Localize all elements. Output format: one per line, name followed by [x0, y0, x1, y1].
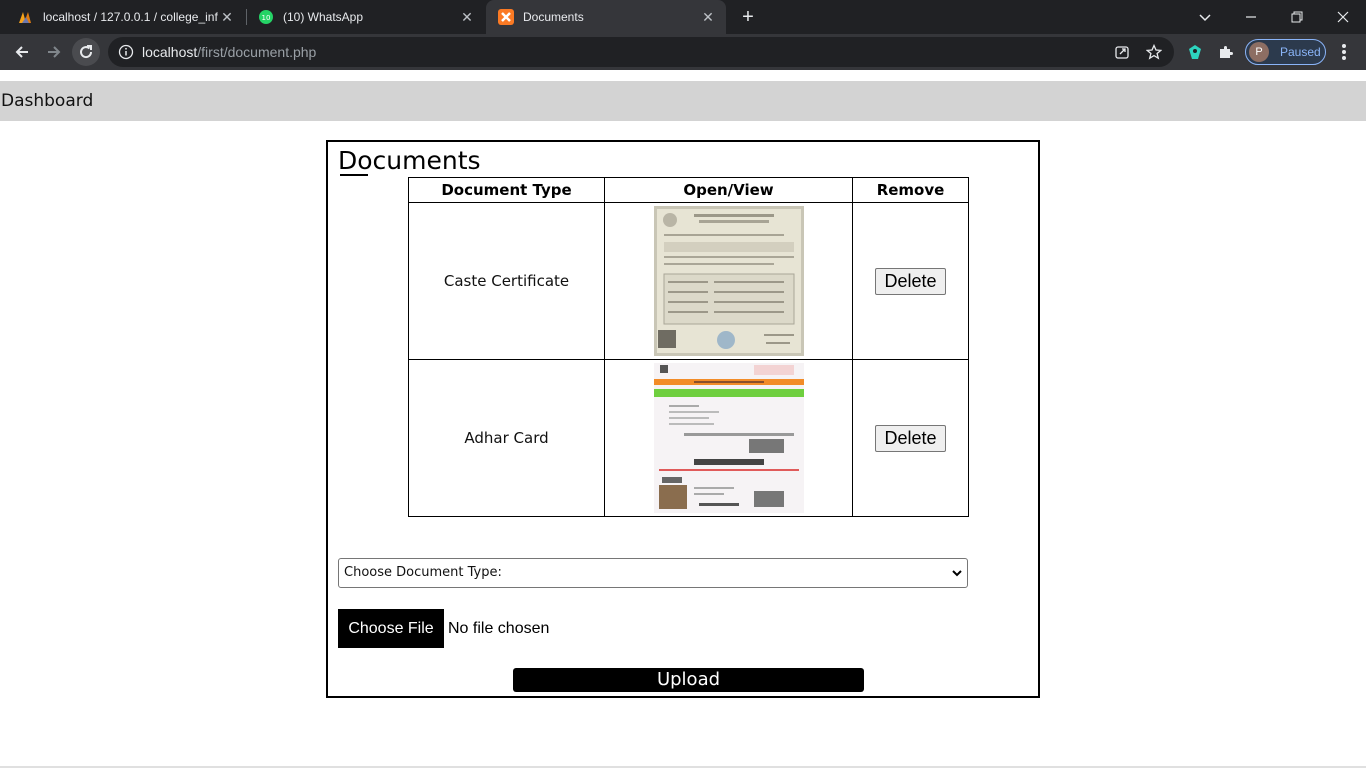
document-type-select[interactable]: Choose Document Type:: [338, 558, 968, 588]
svg-text:10: 10: [262, 14, 271, 22]
forward-icon[interactable]: [40, 38, 68, 66]
documents-card: Documents Document Type Open/View Remove…: [326, 140, 1040, 698]
open-view-cell: [604, 202, 853, 360]
avatar: P: [1249, 42, 1269, 62]
share-icon[interactable]: [1114, 44, 1130, 60]
file-status-text: No file chosen: [448, 620, 550, 637]
bookmark-star-icon[interactable]: [1146, 44, 1162, 60]
tab-title: Documents: [523, 10, 584, 24]
delete-button[interactable]: Delete: [875, 267, 946, 295]
select-value: Choose Document Type:: [344, 565, 502, 580]
profile-status: Paused: [1280, 45, 1321, 59]
remove-cell: Delete: [852, 359, 969, 517]
column-header: Open/View: [604, 177, 853, 203]
restore-icon[interactable]: [1274, 0, 1320, 34]
url-path: /first/document.php: [197, 44, 317, 60]
new-tab-icon[interactable]: +: [736, 5, 760, 29]
phpmyadmin-icon: [19, 12, 31, 23]
url-host: localhost: [142, 44, 198, 60]
page-content: Dashboard Documents Document Type Open/V…: [0, 70, 1366, 768]
caste-certificate-thumbnail[interactable]: [653, 206, 804, 356]
url-text: localhost/first/document.php: [142, 37, 316, 67]
close-icon[interactable]: ✕: [459, 9, 475, 25]
dashboard-header: Dashboard: [0, 81, 1366, 121]
remove-cell: Delete: [852, 202, 969, 360]
reload-icon[interactable]: [72, 38, 100, 66]
table-header-row: Document Type Open/View Remove: [408, 177, 969, 203]
close-window-icon[interactable]: [1320, 0, 1366, 34]
tab-title: (10) WhatsApp: [283, 10, 364, 24]
puzzle-icon[interactable]: [1218, 44, 1234, 60]
column-header: Document Type: [408, 177, 605, 203]
extension-icon[interactable]: [1187, 44, 1203, 60]
table-row: Caste Certificate Delete: [408, 202, 969, 360]
close-icon[interactable]: ✕: [700, 9, 716, 25]
title-underline: [340, 174, 368, 176]
minimize-icon[interactable]: [1228, 0, 1274, 34]
browser-toolbar: localhost/first/document.php P Paused: [0, 34, 1366, 70]
column-header: Remove: [852, 177, 969, 203]
profile-button[interactable]: P Paused: [1245, 39, 1326, 65]
document-type-cell: Adhar Card: [408, 359, 605, 517]
address-bar[interactable]: localhost/first/document.php: [108, 37, 1174, 67]
tab-search-icon[interactable]: [1182, 0, 1228, 34]
delete-button[interactable]: Delete: [875, 424, 946, 452]
back-icon[interactable]: [8, 38, 36, 66]
dashboard-link[interactable]: Dashboard: [1, 81, 93, 121]
table-row: Adhar Card Delete: [408, 359, 969, 517]
site-info-icon[interactable]: [118, 44, 134, 60]
adhar-card-thumbnail[interactable]: [653, 363, 804, 513]
close-icon[interactable]: ✕: [219, 9, 235, 25]
upload-button[interactable]: Upload: [513, 668, 864, 692]
documents-table: Document Type Open/View Remove Caste Cer…: [408, 177, 969, 517]
choose-file-button[interactable]: Choose File: [338, 609, 444, 648]
chevron-down-icon: [952, 570, 962, 577]
document-type-cell: Caste Certificate: [408, 202, 605, 360]
tab-phpmyadmin[interactable]: localhost / 127.0.0.1 / college_inf ✕: [0, 0, 245, 34]
xampp-icon: [498, 9, 514, 25]
open-view-cell: [604, 359, 853, 517]
whatsapp-icon: 10: [259, 10, 273, 24]
more-menu-icon[interactable]: [1334, 40, 1354, 64]
tab-whatsapp[interactable]: 10 (10) WhatsApp ✕: [240, 0, 485, 34]
tab-documents[interactable]: Documents ✕: [486, 0, 726, 34]
tab-title: localhost / 127.0.0.1 / college_inf: [43, 10, 218, 24]
page-title: Documents: [338, 146, 481, 175]
browser-tab-strip: localhost / 127.0.0.1 / college_inf ✕ 10…: [0, 0, 1366, 34]
